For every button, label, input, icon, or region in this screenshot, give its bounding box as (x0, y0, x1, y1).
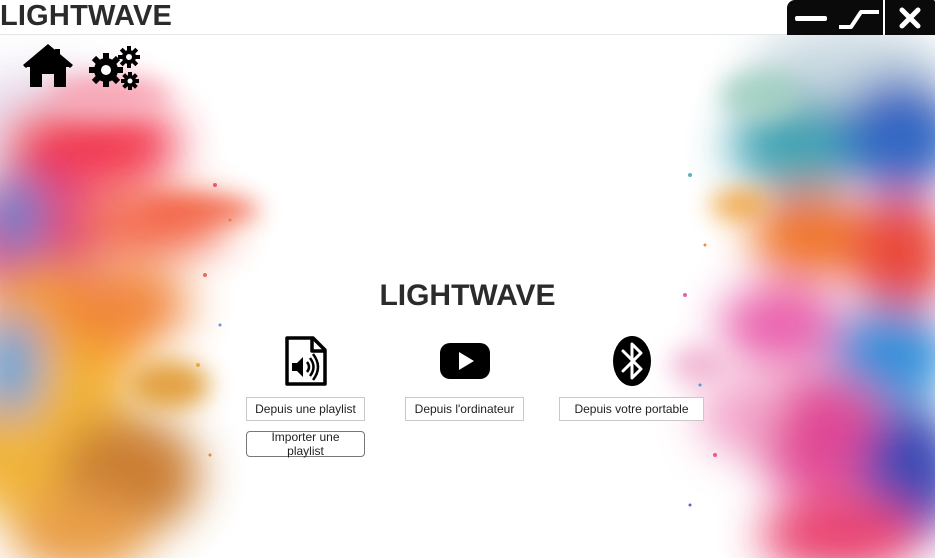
import-playlist-button[interactable]: Importer une playlist (246, 430, 365, 458)
maximize-icon (839, 9, 879, 29)
main-area: LIGHTWAVE Depuis une playlist Importer u… (0, 35, 935, 558)
minimize-button[interactable] (787, 0, 835, 35)
close-button[interactable] (885, 0, 935, 35)
window-controls (785, 0, 935, 35)
page-title: LIGHTWAVE (379, 279, 556, 312)
youtube-icon[interactable] (438, 341, 492, 381)
title-bar: LIGHTWAVE (0, 0, 935, 35)
from-phone-button[interactable]: Depuis votre portable (559, 397, 704, 421)
bluetooth-icon[interactable] (610, 334, 654, 388)
app-title: LIGHTWAVE (0, 0, 173, 32)
maximize-button[interactable] (835, 0, 883, 35)
home-icon (23, 44, 73, 87)
close-icon (899, 7, 921, 28)
home-button[interactable] (22, 43, 74, 91)
settings-button[interactable] (88, 43, 140, 91)
gears-icon (89, 46, 140, 90)
minimize-icon (795, 15, 827, 21)
from-computer-button[interactable]: Depuis l'ordinateur (405, 397, 524, 421)
from-playlist-button[interactable]: Depuis une playlist (246, 397, 365, 421)
audio-file-icon[interactable] (281, 334, 331, 388)
